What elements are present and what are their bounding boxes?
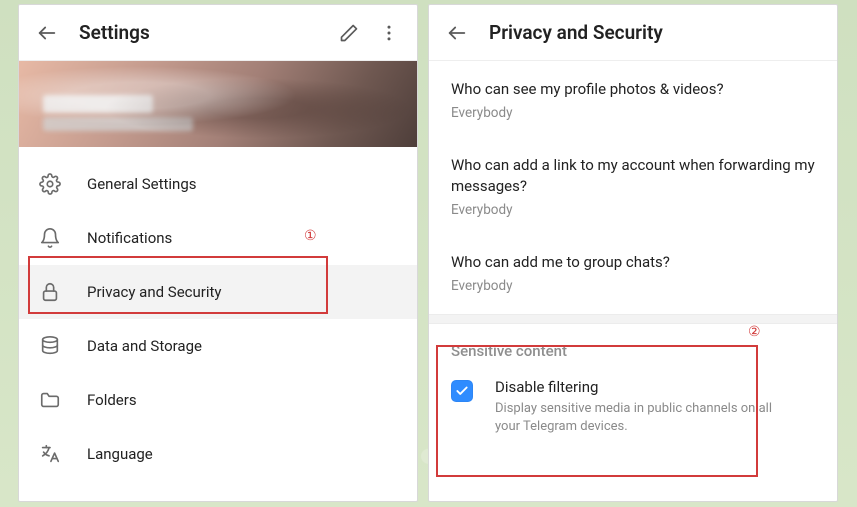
settings-header: Settings xyxy=(19,5,417,61)
arrow-left-icon xyxy=(446,22,468,44)
section-divider xyxy=(429,314,837,324)
privacy-item-forward-link[interactable]: Who can add a link to my account when fo… xyxy=(429,137,837,234)
privacy-question: Who can add a link to my account when fo… xyxy=(451,155,815,196)
privacy-question: Who can see my profile photos & videos? xyxy=(451,79,815,99)
menu-label: Data and Storage xyxy=(87,337,202,355)
privacy-item-profile-photos[interactable]: Who can see my profile photos & videos? … xyxy=(429,61,837,137)
pencil-icon xyxy=(339,23,359,43)
edit-button[interactable] xyxy=(329,13,369,53)
privacy-title: Privacy and Security xyxy=(489,21,829,44)
menu-label: General Settings xyxy=(87,175,197,193)
menu-label: Folders xyxy=(87,391,137,409)
back-button[interactable] xyxy=(437,13,477,53)
privacy-panel: Privacy and Security Who can see my prof… xyxy=(428,4,838,502)
more-vertical-icon xyxy=(379,23,399,43)
profile-status-blurred xyxy=(43,117,193,131)
menu-item-language[interactable]: Language xyxy=(19,427,417,481)
profile-name-blurred xyxy=(43,95,153,113)
menu-item-privacy-security[interactable]: Privacy and Security xyxy=(19,265,417,319)
language-icon xyxy=(39,443,61,465)
disable-filtering-title: Disable filtering xyxy=(495,378,785,396)
settings-title: Settings xyxy=(79,21,329,44)
folder-icon xyxy=(39,389,61,411)
lock-icon xyxy=(39,281,61,303)
more-button[interactable] xyxy=(369,13,409,53)
gear-icon xyxy=(39,173,61,195)
settings-menu: General Settings Notifications Privacy a… xyxy=(19,147,417,481)
disable-filtering-row[interactable]: Disable filtering Display sensitive medi… xyxy=(429,368,837,453)
menu-label: Privacy and Security xyxy=(87,283,222,301)
menu-label: Notifications xyxy=(87,229,172,247)
profile-banner[interactable] xyxy=(19,61,417,147)
privacy-answer: Everybody xyxy=(451,202,815,218)
privacy-answer: Everybody xyxy=(451,278,815,294)
disable-filtering-desc: Display sensitive media in public channe… xyxy=(495,400,785,435)
privacy-question: Who can add me to group chats? xyxy=(451,252,815,272)
check-icon xyxy=(455,384,469,398)
menu-item-data-storage[interactable]: Data and Storage xyxy=(19,319,417,373)
menu-label: Language xyxy=(87,445,153,463)
privacy-item-group-chats[interactable]: Who can add me to group chats? Everybody xyxy=(429,234,837,310)
menu-item-notifications[interactable]: Notifications xyxy=(19,211,417,265)
database-icon xyxy=(39,335,61,357)
bell-icon xyxy=(39,227,61,249)
sensitive-content-section-title: Sensitive content xyxy=(429,324,837,368)
settings-panel: Settings General Settings Notifications xyxy=(18,4,418,502)
arrow-left-icon xyxy=(36,22,58,44)
privacy-header: Privacy and Security xyxy=(429,5,837,61)
privacy-body: Who can see my profile photos & videos? … xyxy=(429,61,837,453)
menu-item-general-settings[interactable]: General Settings xyxy=(19,157,417,211)
privacy-answer: Everybody xyxy=(451,105,815,121)
menu-item-folders[interactable]: Folders xyxy=(19,373,417,427)
disable-filtering-text: Disable filtering Display sensitive medi… xyxy=(495,378,785,435)
disable-filtering-checkbox[interactable] xyxy=(451,380,473,402)
back-button[interactable] xyxy=(27,13,67,53)
